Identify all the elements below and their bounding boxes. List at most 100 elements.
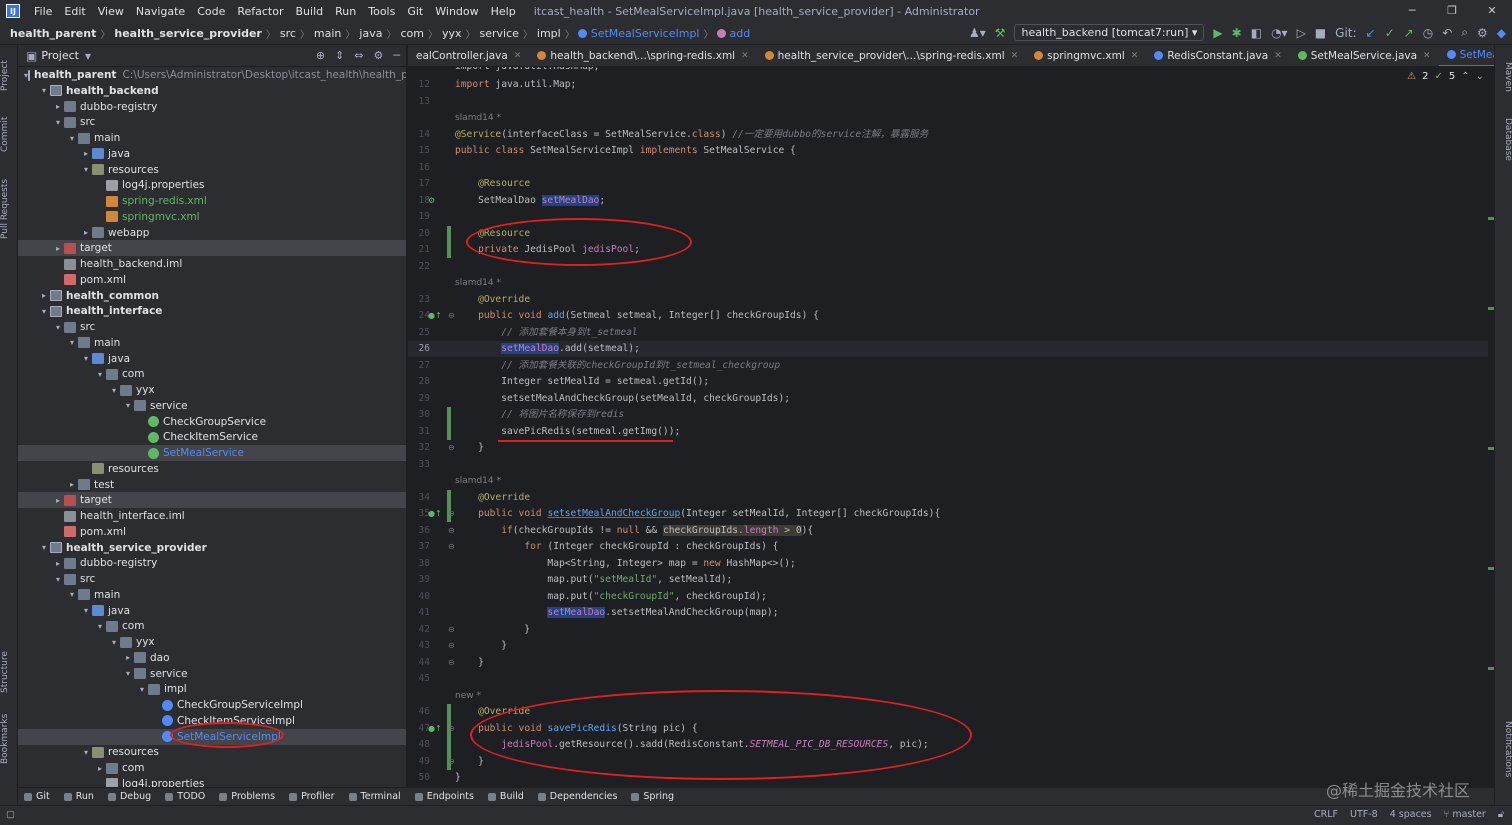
- code-line[interactable]: // 添加套餐关联的checkGroupId到t_setmeal_checkgr…: [455, 358, 780, 374]
- menu-window[interactable]: Window: [429, 5, 484, 18]
- code-line[interactable]: import java.util.Map;: [455, 77, 576, 93]
- code-line[interactable]: // 将图片名称保存到redis: [455, 407, 624, 423]
- code-line[interactable]: map.put("checkGroupId", checkGroupId);: [455, 589, 767, 605]
- line-number[interactable]: 20: [408, 228, 430, 239]
- vcs-change-marker[interactable]: [447, 407, 451, 440]
- line-number[interactable]: 36: [408, 525, 430, 536]
- chevron-down-icon[interactable]: ▾: [38, 543, 50, 552]
- search-icon[interactable]: ⌕: [1461, 25, 1468, 40]
- line-number[interactable]: 49: [408, 756, 430, 767]
- chevron-down-icon[interactable]: ▾: [66, 338, 78, 347]
- line-number[interactable]: 43: [408, 640, 430, 651]
- change-stripe-mark[interactable]: [1488, 447, 1494, 450]
- line-number[interactable]: 41: [408, 607, 430, 618]
- tree-item[interactable]: ▾ impl: [18, 681, 406, 697]
- code-line[interactable]: }: [455, 622, 530, 638]
- collapse-all-icon[interactable]: ⇔: [354, 49, 363, 62]
- tree-item[interactable]: ▸ dao: [18, 650, 406, 666]
- chevron-right-icon[interactable]: ▸: [52, 496, 64, 505]
- tool-window-dependencies[interactable]: Dependencies: [537, 791, 617, 802]
- menu-navigate[interactable]: Navigate: [130, 5, 191, 18]
- breadcrumb-item[interactable]: add: [726, 27, 755, 40]
- line-number[interactable]: 15: [408, 145, 430, 156]
- tab-file[interactable]: SetMealService.java ✕: [1290, 45, 1439, 66]
- tree-item[interactable]: ▾ src: [18, 114, 406, 130]
- tree-item[interactable]: log4j.properties: [18, 776, 406, 787]
- minimize-icon[interactable]: ─: [1392, 0, 1432, 22]
- code-line[interactable]: setMealDao.add(setmeal);: [455, 341, 640, 357]
- chevron-right-icon[interactable]: ▸: [52, 559, 64, 568]
- fold-icon[interactable]: ⊖: [448, 658, 455, 667]
- tree-item[interactable]: ▾ health_interface: [18, 303, 406, 319]
- tab-file[interactable]: health_backend\...\spring-redis.xml ✕: [529, 45, 756, 66]
- line-number[interactable]: 47: [408, 723, 430, 734]
- chevron-down-icon[interactable]: ▾: [94, 370, 106, 379]
- tree-item[interactable]: ▸ com: [18, 760, 406, 776]
- line-number[interactable]: 45: [408, 673, 430, 684]
- tree-item[interactable]: ▸ dubbo-registry: [18, 99, 406, 115]
- code-line[interactable]: savePicRedis(setmeal.getImg());: [455, 424, 680, 440]
- code-author-hint[interactable]: slamd14 *: [455, 111, 501, 125]
- line-number[interactable]: 32: [408, 442, 430, 453]
- git-branch[interactable]: ⑂ master: [1444, 809, 1486, 820]
- gear-icon[interactable]: ⚙: [374, 49, 384, 62]
- tree-item[interactable]: ▸ target: [18, 240, 406, 257]
- lock-icon[interactable]: 🔓︎: [1498, 809, 1504, 820]
- line-number[interactable]: 22: [408, 261, 430, 272]
- chevron-right-icon[interactable]: ▸: [66, 480, 78, 489]
- code-line[interactable]: map.put("setMealId", setMealId);: [455, 572, 732, 588]
- line-number[interactable]: 30: [408, 409, 430, 420]
- history-icon[interactable]: ◷: [1423, 26, 1433, 40]
- tool-window-debug[interactable]: Debug: [107, 791, 151, 802]
- tree-item[interactable]: ▾ main: [18, 130, 406, 146]
- project-panel-title[interactable]: Project: [41, 49, 79, 62]
- inspection-badges[interactable]: ⚠ 2 ✓ 5 ⌃ ⌄: [1407, 71, 1484, 82]
- code-line[interactable]: public void add(Setmeal setmeal, Integer…: [455, 308, 819, 324]
- tree-item[interactable]: ▸ test: [18, 477, 406, 493]
- code-line[interactable]: }: [455, 770, 461, 786]
- line-number[interactable]: 39: [408, 574, 430, 585]
- close-icon[interactable]: ✕: [514, 51, 522, 61]
- tree-item[interactable]: ▾ com: [18, 366, 406, 382]
- line-number[interactable]: 50: [408, 772, 430, 783]
- code-author-hint[interactable]: slamd14 *: [455, 276, 501, 290]
- line-number[interactable]: 19: [408, 211, 430, 222]
- line-number[interactable]: 33: [408, 459, 430, 470]
- line-number[interactable]: 35: [408, 508, 430, 519]
- chevron-down-icon[interactable]: ▾: [80, 165, 92, 174]
- tree-item[interactable]: ▾ main: [18, 587, 406, 603]
- fold-icon[interactable]: ⊖: [448, 625, 455, 634]
- chevron-down-icon[interactable]: ▾: [94, 622, 106, 631]
- git-update-icon[interactable]: ↙: [1366, 26, 1376, 40]
- code-line[interactable]: }: [455, 638, 507, 654]
- code-line[interactable]: @Service(interfaceClass = SetMealService…: [455, 127, 928, 143]
- line-number[interactable]: 28: [408, 376, 430, 387]
- tree-item[interactable]: ▸ dubbo-registry: [18, 555, 406, 571]
- indent[interactable]: 4 spaces: [1390, 809, 1432, 820]
- tree-item[interactable]: ▾ health_service_provider: [18, 540, 406, 556]
- profile-icon[interactable]: ◔▾: [1271, 26, 1288, 40]
- encoding[interactable]: UTF-8: [1350, 809, 1378, 820]
- tree-item[interactable]: ▾ yyx: [18, 634, 406, 650]
- chevron-down-icon[interactable]: ▾: [122, 669, 134, 678]
- tool-window-profiler[interactable]: Profiler: [289, 791, 335, 802]
- fold-icon[interactable]: ⊖: [448, 757, 455, 766]
- menu-git[interactable]: Git: [401, 5, 429, 18]
- tool-window-endpoints[interactable]: Endpoints: [414, 791, 474, 802]
- fold-icon[interactable]: ⊖: [448, 542, 455, 551]
- rerun-icon[interactable]: ▷: [1297, 26, 1306, 40]
- gear-icon[interactable]: ⚙: [1477, 26, 1488, 40]
- tree-item[interactable]: ▾ service: [18, 398, 406, 414]
- line-number[interactable]: 44: [408, 657, 430, 668]
- chevron-down-icon[interactable]: ▾: [108, 638, 120, 647]
- chevron-down-icon[interactable]: ▾: [136, 685, 148, 694]
- code-line[interactable]: public void setsetMealAndCheckGroup(Inte…: [455, 506, 940, 522]
- close-icon[interactable]: ✕: [1011, 51, 1019, 61]
- line-number[interactable]: 21: [408, 244, 430, 255]
- code-line[interactable]: @Override: [455, 292, 530, 308]
- close-icon[interactable]: ✕: [1131, 51, 1139, 61]
- tree-item[interactable]: health_interface.iml: [18, 508, 406, 524]
- vcs-change-marker[interactable]: [447, 225, 451, 258]
- tree-item[interactable]: ▸ webapp: [18, 225, 406, 241]
- tool-window-git[interactable]: Git: [24, 791, 50, 802]
